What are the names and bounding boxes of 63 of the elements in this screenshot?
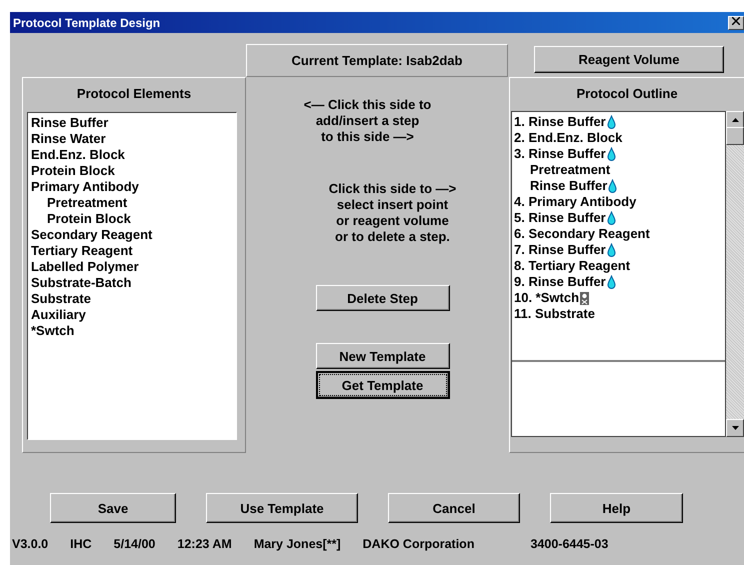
dialog-button[interactable]: Save xyxy=(50,493,176,523)
outline-item[interactable]: 11. Substrate xyxy=(514,306,595,322)
outline-item[interactable]: Rinse Buffer xyxy=(530,178,608,194)
outline-item[interactable]: 1. Rinse Buffer xyxy=(514,114,606,130)
list-item[interactable]: Protein Block xyxy=(31,163,233,179)
drop-icon xyxy=(606,275,616,289)
close-button[interactable] xyxy=(728,16,744,30)
template-button[interactable]: Delete Step xyxy=(316,285,450,311)
dialog-button[interactable]: Help xyxy=(550,493,683,523)
current-template-label: Current Template: Isab2dab xyxy=(246,44,508,77)
status-text: 12:23 AM xyxy=(177,537,232,551)
panel-title: Protocol Elements xyxy=(76,85,192,103)
outline-item[interactable]: 10. *Swtch xyxy=(514,290,580,306)
window-title: Protocol Template Design xyxy=(13,16,160,30)
status-text: V3.0.0 xyxy=(12,537,48,551)
dialog-button[interactable]: Use Template xyxy=(206,493,358,523)
list-item[interactable]: Auxiliary xyxy=(31,307,233,323)
status-text: DAKO Corporation xyxy=(362,537,474,551)
switch-icon xyxy=(580,292,590,304)
instruction-text: add/insert a step xyxy=(314,113,420,129)
drop-icon xyxy=(606,147,616,161)
outline-item[interactable]: 4. Primary Antibody xyxy=(514,194,636,210)
instruction-text: select insert point xyxy=(336,197,450,213)
outline-item[interactable]: 6. Secondary Reagent xyxy=(514,226,650,242)
outline-item[interactable]: 2. End.Enz. Block xyxy=(514,130,622,146)
list-item[interactable]: Secondary Reagent xyxy=(31,227,233,243)
instruction-text: to this side —> xyxy=(320,129,415,145)
template-button[interactable]: Get Template xyxy=(316,371,450,399)
drop-icon xyxy=(606,115,616,129)
dialog-button[interactable]: Cancel xyxy=(388,493,520,523)
list-item[interactable]: Primary Antibody xyxy=(31,179,233,195)
list-item[interactable]: *Swtch xyxy=(31,323,233,339)
scroll-bar[interactable] xyxy=(726,111,744,437)
panel-title: Protocol Outline xyxy=(575,85,679,103)
status-text: 5/14/00 xyxy=(114,537,156,551)
list-item[interactable]: Pretreatment xyxy=(31,195,233,211)
outline-item[interactable]: Pretreatment xyxy=(530,162,610,178)
outline-item[interactable]: 3. Rinse Buffer xyxy=(514,146,606,162)
outline-item[interactable]: 8. Tertiary Reagent xyxy=(514,258,630,274)
instruction-text: or to delete a step. xyxy=(334,229,451,245)
drop-icon xyxy=(606,243,616,257)
instruction-text: or reagent volume xyxy=(335,213,450,229)
status-text: 3400-6445-03 xyxy=(530,537,608,551)
instruction-text: Click this side to —> xyxy=(328,181,456,197)
status-text: IHC xyxy=(70,537,92,551)
close-icon xyxy=(732,17,740,25)
drop-icon xyxy=(606,211,616,225)
outline-item[interactable]: 5. Rinse Buffer xyxy=(514,210,606,226)
reagent-volume-button[interactable]: Reagent Volume xyxy=(534,46,724,73)
list-item[interactable]: Rinse Water xyxy=(31,131,233,147)
status-text: Mary Jones[**] xyxy=(254,537,341,551)
instruction-text: <— Click this side to xyxy=(304,97,432,113)
list-item[interactable]: Substrate xyxy=(31,291,233,307)
drop-icon xyxy=(608,179,618,193)
list-item[interactable]: Rinse Buffer xyxy=(31,115,233,131)
list-item[interactable]: End.Enz. Block xyxy=(31,147,233,163)
list-item[interactable]: Protein Block xyxy=(31,211,233,227)
list-item[interactable]: Labelled Polymer xyxy=(31,259,233,275)
outline-item[interactable]: 7. Rinse Buffer xyxy=(514,242,606,258)
list-item[interactable]: Tertiary Reagent xyxy=(31,243,233,259)
list-item[interactable]: Substrate-Batch xyxy=(31,275,233,291)
outline-item[interactable]: 9. Rinse Buffer xyxy=(514,274,606,290)
template-button[interactable]: New Template xyxy=(316,343,450,369)
